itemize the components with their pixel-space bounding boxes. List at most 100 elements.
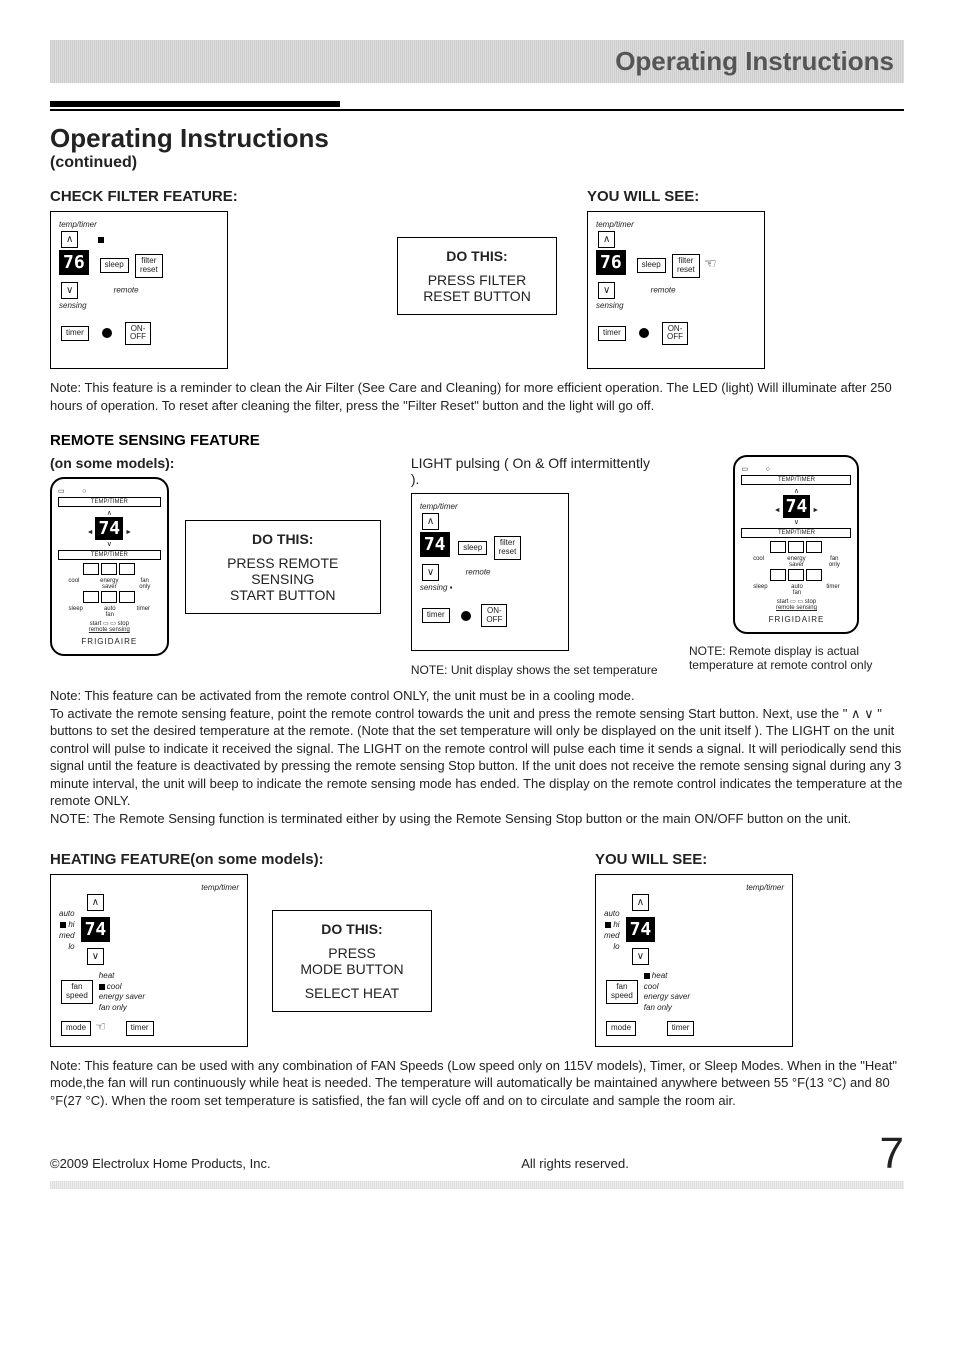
status-dot — [102, 328, 112, 338]
sleep-button: sleep — [637, 258, 666, 273]
med-label: med — [59, 930, 75, 941]
sleep-label: sleep — [753, 584, 767, 596]
timer-button: timer — [126, 1021, 154, 1036]
energy-saver-label: energy saver — [100, 578, 118, 590]
med-label: med — [604, 930, 620, 941]
cool-label: cool — [644, 982, 690, 992]
remote-sensing-label: remote sensing — [741, 605, 851, 611]
filter-reset-button: filter reset — [135, 254, 163, 278]
energy-saver-label: energy saver — [99, 992, 145, 1002]
continued-label: (continued) — [50, 154, 904, 172]
heat-panel-1: temp/timer auto hi med lo ∧ 74 ∨ fa — [50, 874, 248, 1046]
hi-label: hi — [68, 920, 74, 929]
temp-timer-bar: TEMP/TIMER — [58, 497, 161, 507]
auto-fan-label: auto fan — [104, 606, 116, 618]
down-arrow-button: ∨ — [632, 948, 649, 965]
mode-button: mode — [606, 1021, 636, 1036]
unit-display-note: NOTE: Unit display shows the set tempera… — [411, 663, 658, 677]
auto-fan-label: auto fan — [791, 584, 803, 596]
do-this-label: DO THIS: — [200, 531, 366, 547]
unit-panel-1: temp/timer ∧ 76 sleep filter reset ∨ rem… — [50, 211, 228, 369]
remote-sensing-heading: REMOTE SENSING FEATURE — [50, 432, 904, 449]
copyright: ©2009 Electrolux Home Products, Inc. — [50, 1156, 271, 1171]
temp-timer-label: temp/timer — [604, 883, 784, 892]
check-filter-heading: CHECK FILTER FEATURE: — [50, 188, 367, 205]
brand-label: FRIGIDAIRE — [58, 637, 161, 646]
do-this-text1: PRESS REMOTE SENSING — [200, 555, 366, 587]
remote-display: 74 — [95, 517, 123, 540]
do-this-text1: PRESS — [287, 945, 417, 961]
remote-control-2: ▭ ○ TEMP/TIMER ∧ ◄ 74 ► ∨ TEMP/TIMER coo… — [733, 455, 859, 634]
cool-label: cool — [753, 556, 764, 568]
sleep-button: sleep — [100, 258, 129, 273]
do-this-label: DO THIS: — [287, 921, 417, 937]
filter-reset-button: filter reset — [672, 254, 700, 278]
fan-only-label: fan only — [99, 1003, 145, 1013]
thin-rule — [50, 109, 904, 111]
light-pulsing-note: LIGHT pulsing ( On & Off intermittently … — [411, 455, 659, 487]
remote-display-note: NOTE: Remote display is actual temperatu… — [689, 644, 904, 672]
do-this-text2: START BUTTON — [200, 587, 366, 603]
up-arrow-button: ∧ — [598, 231, 615, 248]
mode-button: mode — [61, 1021, 91, 1036]
fan-speed-button: fan speed — [61, 980, 93, 1004]
indicator-dot — [98, 237, 104, 243]
do-this-box-3: DO THIS: PRESS MODE BUTTON SELECT HEAT — [272, 910, 432, 1012]
energy-saver-label: energy saver — [787, 556, 805, 568]
heat-label: heat — [652, 971, 668, 980]
do-this-text: PRESS FILTER RESET BUTTON — [412, 272, 542, 304]
display-74: 74 — [81, 917, 111, 942]
page-title: Operating Instructions — [50, 123, 904, 154]
temp-timer-label: temp/timer — [596, 220, 756, 229]
do-this-text2: MODE BUTTON — [287, 961, 417, 977]
timer-button: timer — [667, 1021, 695, 1036]
fan-speed-button: fan speed — [606, 980, 638, 1004]
do-this-box-2: DO THIS: PRESS REMOTE SENSING START BUTT… — [185, 520, 381, 614]
heat-panel-2: temp/timer auto hi med lo ∧ 74 ∨ fan spe… — [595, 874, 793, 1046]
temp-timer-bar2: TEMP/TIMER — [58, 550, 161, 560]
brand-label: FRIGIDAIRE — [741, 615, 851, 624]
up-arrow-button: ∧ — [87, 894, 104, 911]
do-this-label: DO THIS: — [412, 248, 542, 264]
on-off-button: ON- OFF — [662, 322, 688, 346]
thick-rule — [50, 101, 340, 107]
remote-sensing-sub: (on some models): — [50, 455, 381, 471]
display-74: 74 — [626, 917, 656, 942]
filter-reset-button: filter reset — [494, 536, 522, 560]
fan-only-label: fan only — [139, 578, 150, 590]
sleep-label: sleep — [69, 606, 83, 618]
do-this-text3: SELECT HEAT — [287, 985, 417, 1001]
energy-saver-label: energy saver — [644, 992, 690, 1002]
sleep-button: sleep — [458, 541, 487, 556]
temp-timer-bar2: TEMP/TIMER — [741, 528, 851, 538]
down-arrow-button: ∨ — [87, 948, 104, 965]
unit-panel-2: temp/timer ∧ 76 sleep filter reset ☜ ∨ r… — [587, 211, 765, 369]
fan-only-label: fan only — [644, 1003, 690, 1013]
remote-sensing-label: remote sensing — [58, 627, 161, 633]
down-arrow-button: ∨ — [61, 282, 78, 299]
on-off-button: ON- OFF — [481, 604, 507, 628]
timer-label: timer — [137, 606, 150, 618]
auto-label: auto — [59, 908, 75, 919]
cool-label: cool — [107, 982, 122, 991]
auto-label: auto — [604, 908, 620, 919]
up-arrow-button: ∧ — [422, 513, 439, 530]
heating-heading: HEATING FEATURE(on some models): — [50, 851, 565, 868]
you-will-see-heading: YOU WILL SEE: — [587, 188, 904, 205]
rights-reserved: All rights reserved. — [521, 1156, 629, 1171]
temp-timer-label: temp/timer — [420, 502, 560, 511]
temp-timer-label: temp/timer — [59, 883, 239, 892]
on-off-button: ON- OFF — [125, 322, 151, 346]
temp-timer-label: temp/timer — [59, 220, 219, 229]
remote-control-1: ▭ ○ TEMP/TIMER ∧ ◄ 74 ► ∨ TEMP/TIMER coo… — [50, 477, 169, 656]
check-filter-note: Note: This feature is a reminder to clea… — [50, 379, 904, 414]
status-dot — [639, 328, 649, 338]
you-will-see-heading-2: YOU WILL SEE: — [595, 851, 904, 868]
display-74: 74 — [420, 532, 450, 557]
pointer-icon: ☜ — [95, 1020, 106, 1034]
remote-sensing-note: Note: This feature can be activated from… — [50, 687, 904, 827]
do-this-box-1: DO THIS: PRESS FILTER RESET BUTTON — [397, 237, 557, 315]
display-76: 76 — [596, 250, 626, 275]
timer-button: timer — [422, 608, 450, 623]
temp-timer-bar: TEMP/TIMER — [741, 475, 851, 485]
